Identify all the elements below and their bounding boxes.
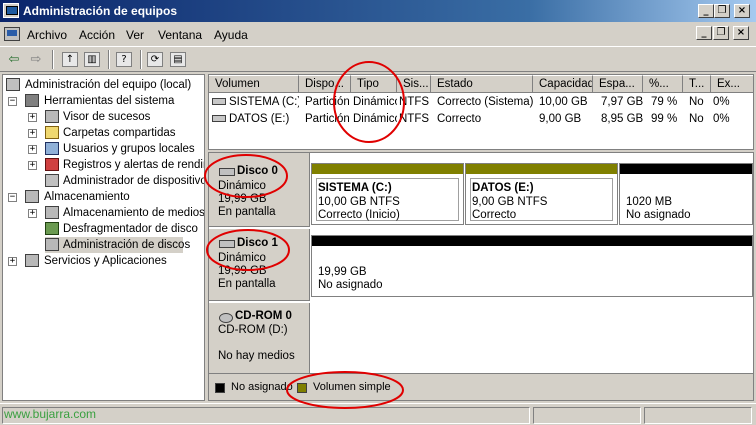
expand-icon[interactable]: + [8, 257, 17, 266]
volume-icon [212, 115, 226, 122]
status-bar: www.bujarra.com [0, 403, 756, 425]
legend-label-unallocated: No asignado [231, 381, 293, 393]
column-header-disposicion[interactable]: Dispo... [299, 75, 351, 93]
disk-1-label[interactable]: Disco 1 Dinámico 19,99 GB En pantalla [209, 229, 310, 301]
event-viewer-icon [45, 110, 59, 123]
toolbar-separator [140, 50, 142, 69]
column-header-capacidad[interactable]: Capacidad [533, 75, 593, 93]
menu-bar: Archivo Acción Ver Ventana Ayuda [0, 23, 756, 45]
show-hide-tree-icon[interactable]: ▥ [84, 52, 100, 67]
cdrom-icon [219, 313, 233, 323]
expand-icon[interactable]: + [28, 145, 37, 154]
volume-icon [212, 98, 226, 105]
column-header-extra[interactable]: Ex... [711, 75, 753, 93]
forward-icon[interactable]: ⇨ [26, 50, 46, 69]
status-pane-3 [644, 407, 752, 424]
storage-icon [25, 190, 39, 203]
collapse-icon[interactable]: − [8, 193, 17, 202]
volume-list: Volumen Dispo... Tipo Sis... Estado Capa… [208, 74, 754, 150]
toolbar-separator [52, 50, 54, 69]
tools-icon [25, 94, 39, 107]
toolbar-separator [108, 50, 110, 69]
maximize-button[interactable]: ❐ [714, 4, 730, 18]
legend-label-simple-volume: Volumen simple [313, 381, 391, 393]
legend-swatch-unallocated [215, 383, 225, 393]
menu-archivo[interactable]: Archivo [27, 28, 67, 42]
up-one-level-icon[interactable]: ↑ [62, 52, 78, 67]
minimize-button[interactable]: _ [698, 4, 714, 18]
disk-management-icon [45, 238, 59, 251]
refresh-icon[interactable]: ⟳ [147, 52, 163, 67]
shared-folder-icon [45, 126, 59, 139]
window-title: Administración de equipos [23, 4, 178, 18]
computer-management-icon [3, 3, 19, 18]
help-icon[interactable]: ? [116, 52, 132, 67]
child-close-button[interactable]: × [733, 26, 749, 40]
column-header-estado[interactable]: Estado [431, 75, 533, 93]
legend: No asignado Volumen simple [209, 373, 753, 400]
cdrom-0-label[interactable]: CD-ROM 0 CD-ROM (D:) No hay medios [209, 303, 310, 373]
menu-accion[interactable]: Acción [79, 28, 115, 42]
partition-color-bar [620, 164, 752, 174]
menu-ventana[interactable]: Ventana [158, 28, 202, 42]
disk-graphical-view: Disco 0 Dinámico 19,99 GB En pantalla SI… [208, 152, 754, 401]
title-bar: Administración de equipos _ ❐ × [0, 0, 756, 22]
legend-swatch-simple-volume [297, 383, 307, 393]
disk-icon [219, 240, 235, 248]
partition-unallocated-1[interactable]: 19,99 GB No asignado [311, 235, 753, 297]
partition-sistema[interactable]: SISTEMA (C:) 10,00 GB NTFS Correcto (Ini… [311, 163, 464, 225]
device-manager-icon [45, 174, 59, 187]
partition-color-bar [466, 164, 617, 174]
status-pane-2 [533, 407, 641, 424]
column-header-sistema[interactable]: Sis... [397, 75, 431, 93]
removable-storage-icon [45, 206, 59, 219]
child-minimize-button[interactable]: _ [696, 26, 712, 40]
column-header-porcentaje[interactable]: %... [643, 75, 683, 93]
child-restore-button[interactable]: ❐ [713, 26, 729, 40]
computer-icon [6, 78, 20, 91]
column-header-volumen[interactable]: Volumen [209, 75, 299, 93]
column-header-espacio[interactable]: Espa... [593, 75, 643, 93]
toolbar: ⇦ ⇨ ↑ ▥ ? ⟳ ▤ [0, 46, 756, 72]
collapse-icon[interactable]: − [8, 97, 17, 106]
partition-color-bar [312, 164, 463, 174]
disk-0-label[interactable]: Disco 0 Dinámico 19,99 GB En pantalla [209, 153, 310, 227]
console-tree: Administración del equipo (local) − Herr… [2, 74, 205, 401]
back-icon[interactable]: ⇦ [4, 50, 24, 69]
expand-icon[interactable]: + [28, 161, 37, 170]
console-icon[interactable] [4, 27, 20, 41]
performance-icon [45, 158, 59, 171]
disk-icon [219, 168, 235, 176]
partition-color-bar [312, 236, 752, 246]
partition-unallocated-0[interactable]: 1020 MB No asignado [619, 163, 753, 225]
properties-icon[interactable]: ▤ [170, 52, 186, 67]
users-icon [45, 142, 59, 155]
tree-item-discos[interactable]: Administración de discos [45, 237, 190, 253]
expand-icon[interactable]: + [28, 209, 37, 218]
menu-ver[interactable]: Ver [126, 28, 144, 42]
expand-icon[interactable]: + [28, 129, 37, 138]
column-header-tipo[interactable]: Tipo [351, 75, 397, 93]
services-icon [25, 254, 39, 267]
watermark: www.bujarra.com [4, 407, 97, 421]
defrag-icon [45, 222, 59, 235]
menu-ayuda[interactable]: Ayuda [214, 28, 248, 42]
column-header-tolerancia[interactable]: T... [683, 75, 711, 93]
expand-icon[interactable]: + [28, 113, 37, 122]
close-button[interactable]: × [734, 4, 750, 18]
partition-datos[interactable]: DATOS (E:) 9,00 GB NTFS Correcto [465, 163, 618, 225]
